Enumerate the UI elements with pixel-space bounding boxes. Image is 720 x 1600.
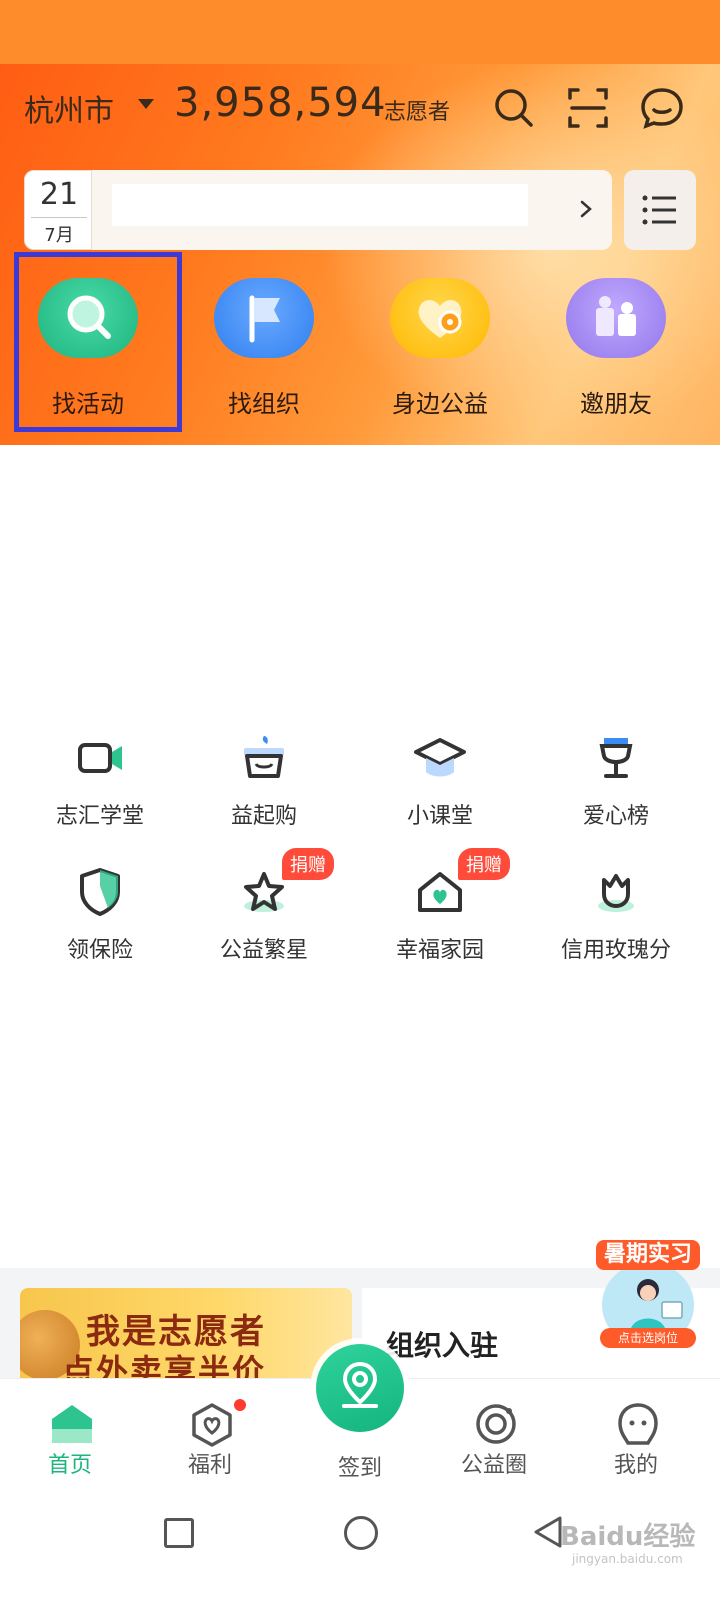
system-navigation-bar: Baidu经验 jingyan.baidu.com	[0, 1498, 720, 1600]
trophy-icon	[599, 738, 633, 778]
quick-nav-label: 邀朋友	[580, 390, 652, 418]
tab-label[interactable]: 签到	[300, 1450, 420, 1482]
graduation-cap-icon	[414, 738, 466, 777]
heart-location-icon	[390, 278, 490, 358]
watermark-logo: Baidu经验	[560, 1522, 696, 1552]
caret-down-icon[interactable]	[138, 99, 154, 109]
basket-icon	[244, 736, 284, 778]
date-box: 21 7月	[24, 170, 92, 250]
profile-icon	[618, 1403, 658, 1445]
shortcut-love-ranking[interactable]: 爱心榜	[536, 728, 696, 838]
chevron-right-icon[interactable]	[576, 194, 598, 224]
shortcut-label: 益起购	[230, 804, 297, 829]
menu-button[interactable]	[624, 170, 696, 250]
shortcut-label: 小课堂	[406, 804, 473, 829]
scan-icon[interactable]	[562, 82, 614, 134]
top-bar: 杭州市 3,958,594 志愿者	[0, 80, 720, 136]
video-icon	[78, 743, 122, 773]
message-icon[interactable]	[636, 82, 688, 134]
date-divider	[31, 217, 87, 218]
banner-line-2: 点外卖享半价	[62, 1352, 267, 1378]
shield-icon	[80, 868, 120, 916]
summer-cta: 点击选岗位	[600, 1328, 696, 1348]
quick-nav-nearby-charity[interactable]: 身边公益	[380, 278, 500, 418]
volunteer-label: 志愿者	[384, 100, 451, 125]
quick-nav-label: 找组织	[228, 390, 300, 418]
flag-icon	[214, 278, 314, 358]
shortcut-label: 爱心榜	[582, 804, 649, 829]
shortcut-insurance[interactable]: 领保险	[20, 862, 180, 972]
tab-label: 首页	[47, 1453, 92, 1478]
highlight-box	[14, 252, 182, 432]
tab-home[interactable]: 首页	[10, 1379, 130, 1499]
recent-apps-button[interactable]	[164, 1518, 194, 1548]
volunteer-count: 3,958,594	[174, 80, 387, 126]
friends-icon	[566, 278, 666, 358]
shortcut-label: 志汇学堂	[55, 804, 144, 829]
shortcut-label: 信用玫瑰分	[560, 938, 671, 963]
watermark-url: jingyan.baidu.com	[572, 1552, 683, 1566]
shortcut-label: 幸福家园	[395, 938, 484, 963]
date-month: 7月	[44, 225, 74, 246]
home-button[interactable]	[344, 1516, 378, 1550]
city-selector[interactable]: 杭州市	[24, 86, 114, 130]
shortcut-charity-shopping[interactable]: 益起购	[184, 728, 344, 838]
home-icon	[52, 1405, 92, 1443]
location-pin-icon	[342, 1361, 378, 1408]
notice-bar[interactable]: 21 7月	[24, 170, 612, 250]
check-in-button[interactable]	[316, 1344, 404, 1432]
shortcut-credit-rose[interactable]: 信用玫瑰分	[536, 862, 696, 972]
quick-nav-find-organization[interactable]: 找组织	[204, 278, 324, 418]
donate-badge: 捐赠	[458, 848, 510, 880]
tab-label: 我的	[613, 1453, 658, 1478]
tab-label: 公益圈	[460, 1453, 527, 1478]
notification-dot	[232, 1397, 248, 1413]
tab-mine[interactable]: 我的	[576, 1379, 696, 1499]
volunteer-food-banner[interactable]: 我是志愿者 点外卖享半价	[20, 1288, 352, 1378]
tab-welfare[interactable]: 福利	[150, 1379, 270, 1499]
donate-badge: 捐赠	[282, 848, 334, 880]
tab-charity-circle[interactable]: 公益圈	[434, 1379, 554, 1499]
list-icon	[642, 195, 676, 225]
circle-icon	[476, 1404, 516, 1444]
status-bar	[0, 0, 720, 64]
quick-nav-label: 身边公益	[392, 390, 488, 418]
shortcut-label: 领保险	[66, 938, 133, 963]
shortcut-volunteer-academy[interactable]: 志汇学堂	[20, 728, 180, 838]
search-icon[interactable]	[488, 82, 540, 134]
date-day: 21	[39, 177, 79, 212]
tab-label: 福利	[187, 1453, 232, 1478]
gift-heart-icon	[192, 1403, 232, 1447]
quick-nav-invite-friends[interactable]: 邀朋友	[556, 278, 676, 418]
shortcut-label: 公益繁星	[219, 938, 308, 963]
summer-title: 暑期实习	[596, 1240, 700, 1270]
shortcut-charity-stars[interactable]: 捐赠 公益繁星	[184, 848, 344, 972]
shortcut-happy-home[interactable]: 捐赠 幸福家园	[360, 848, 520, 972]
rose-icon	[598, 874, 634, 912]
notice-content[interactable]	[112, 184, 528, 226]
shortcut-mini-class[interactable]: 小课堂	[360, 728, 520, 838]
summer-internship-float[interactable]: 暑期实习 点击选岗位	[596, 1240, 700, 1352]
